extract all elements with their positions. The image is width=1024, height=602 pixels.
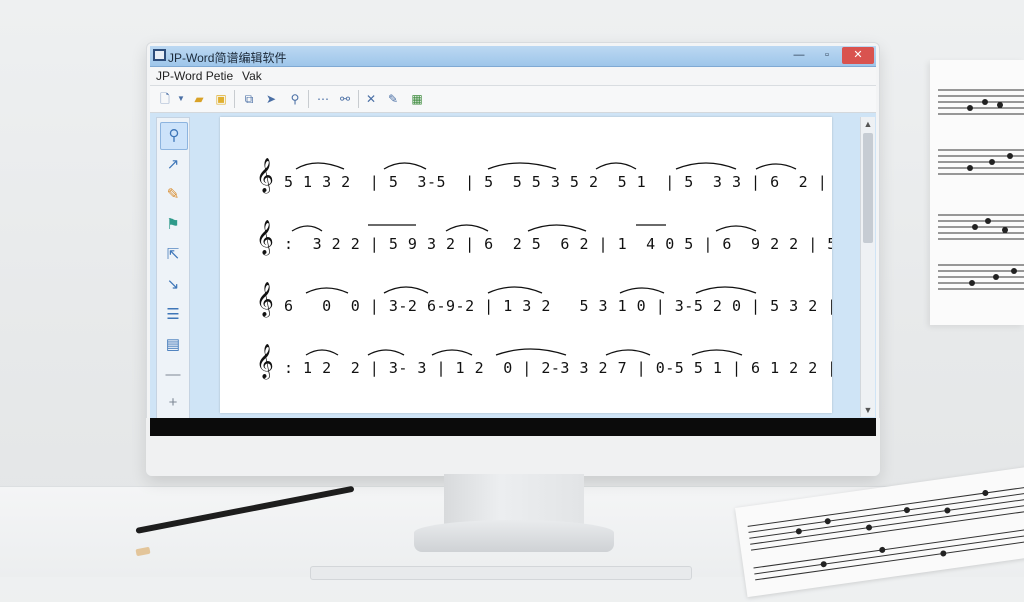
screen-bottom-edge [150,418,876,436]
score-page[interactable]: 𝄞 5 1 3 2 | 5 3-5 | 5 5 5 3 5 2 5 1 | 5 … [220,117,832,413]
maximize-button[interactable]: ▫ [814,47,840,64]
window-titlebar[interactable]: JP-Word简谱编辑软件 — ▫ ✕ [150,46,876,67]
scroll-up-icon[interactable]: ▲ [861,117,875,131]
slur-marks [305,348,743,356]
workspace: ⚲ ↗ ✎ ⚑ ⇱ ↘ ☰ ▤ — + 𝄞 5 1 3 2 | 5 3-5 | … [150,113,876,436]
save-icon[interactable]: ▣ [212,90,230,108]
app-icon [153,49,166,61]
slur-marks [295,162,797,170]
link-icon[interactable]: ⚲ [286,90,304,108]
score-notes[interactable]: 5 1 3 2 | 5 3-5 | 5 5 5 3 5 2 5 1 | 5 3 … [284,173,832,191]
note-flag-icon[interactable]: ⚑ [160,212,186,238]
toolbar: 🗋 ▼ ▰ ▣ ⧉ ➤ ⚲ ⋯ ⚯ ✕ ✎ ▦ [150,86,876,113]
menu-item-edit[interactable]: Vak [242,69,262,83]
cursor-icon[interactable]: ➤ [262,90,280,108]
page-icon[interactable]: ▤ [160,332,186,358]
slur-marks [291,224,757,232]
monitor-stand-base [414,520,614,552]
toolbar-separator [308,90,309,108]
close-button[interactable]: ✕ [842,47,874,64]
dash-icon[interactable]: ⋯ [314,90,332,108]
dropdown-icon[interactable]: ▼ [172,90,190,108]
layout-icon[interactable]: ▦ [408,90,426,108]
monitor-stand-neck [444,474,584,526]
find-icon[interactable]: ⚯ [336,90,354,108]
diagonal-arrow-icon[interactable]: ↘ [160,272,186,298]
magnifier-icon[interactable]: ⚲ [160,122,188,150]
list-icon[interactable]: ☰ [160,302,186,328]
score-notes[interactable]: : 3 2 2 | 5 9 3 2 | 6 2 5 6 2 | 1 4 0 5 … [284,235,832,253]
window-title: JP-Word简谱编辑软件 [168,51,287,65]
side-toolbar: ⚲ ↗ ✎ ⚑ ⇱ ↘ ☰ ▤ — + [156,117,190,419]
menu-item-file[interactable]: JP-Word Petie [156,69,233,83]
toolbar-separator [358,90,359,108]
vertical-scrollbar[interactable]: ▲ ▼ [860,117,875,417]
score-line: 𝄞 : 3 2 2 | 5 9 3 2 | 6 2 5 6 2 | 1 4 0 … [256,223,832,259]
open-folder-icon[interactable]: ▰ [190,90,208,108]
score-line: 𝄞 6 0 0 | 3-2 6-9-2 | 1 3 2 5 3 1 0 | 3-… [256,285,832,321]
score-notes[interactable]: : 1 2 2 | 3- 3 | 1 2 0 | 2-3 3 2 7 | 0-5… [284,359,832,377]
menu-bar: JP-Word Petie Vak [150,67,876,86]
toolbar-separator [234,90,235,108]
screen: JP-Word简谱编辑软件 — ▫ ✕ JP-Word Petie Vak 🗋 … [150,46,876,436]
minimize-button[interactable]: — [786,47,812,64]
cut-icon[interactable]: ✕ [362,90,380,108]
score-line: 𝄞 : 1 2 2 | 3- 3 | 1 2 0 | 2-3 3 2 7 | 0… [256,347,832,383]
pen-icon[interactable]: ✎ [384,90,402,108]
slur-marks [305,286,757,294]
plus-icon[interactable]: + [160,390,186,416]
wall-sheet-music [930,60,1024,325]
scroll-down-icon[interactable]: ▼ [861,403,875,417]
pencil-icon[interactable]: ✎ [160,182,186,208]
select-arrow-icon[interactable]: ↗ [160,152,186,178]
move-icon[interactable]: ⇱ [160,242,186,268]
minus-icon[interactable]: — [160,362,186,388]
score-notes[interactable]: 6 0 0 | 3-2 6-9-2 | 1 3 2 5 3 1 0 | 3-5 … [284,297,832,315]
scroll-thumb[interactable] [863,133,873,243]
copy-icon[interactable]: ⧉ [240,90,258,108]
keyboard [310,566,692,580]
score-line: 𝄞 5 1 3 2 | 5 3-5 | 5 5 5 3 5 2 5 1 | 5 … [256,161,827,197]
